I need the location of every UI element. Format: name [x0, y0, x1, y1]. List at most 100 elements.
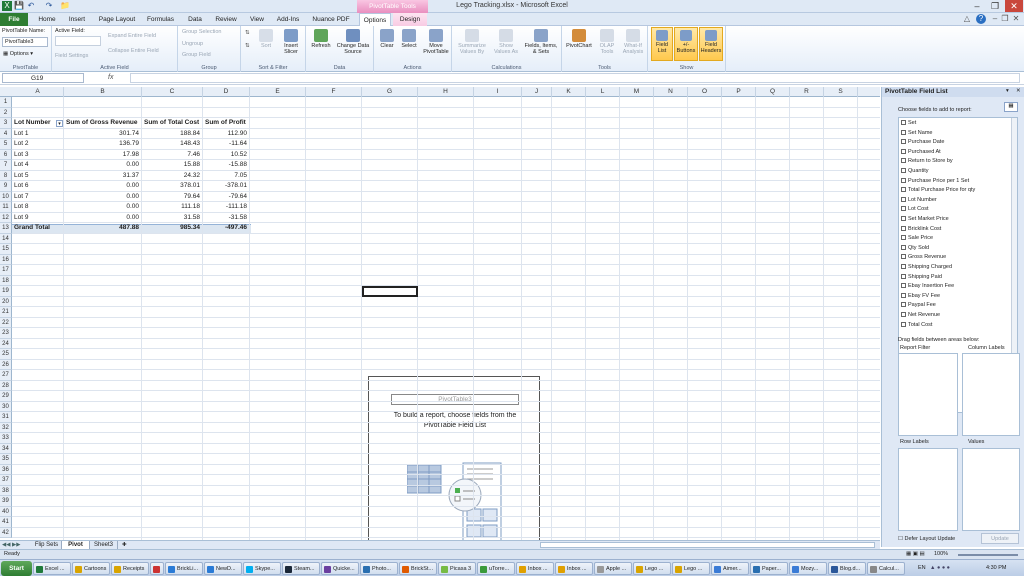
pivot-cell[interactable]: 24.32 — [142, 171, 203, 182]
row-header-21[interactable]: 21 — [0, 307, 12, 318]
column-header-r[interactable]: R — [790, 87, 824, 97]
olap-tools-button[interactable]: OLAP Tools — [595, 29, 619, 55]
field-checkbox[interactable] — [901, 216, 906, 221]
horizontal-scrollbar[interactable] — [540, 542, 875, 548]
row-header-32[interactable]: 32 — [0, 422, 12, 433]
layout-options-icon[interactable]: ▦ — [1004, 102, 1018, 112]
pivot-cell[interactable]: 0.00 — [64, 213, 142, 224]
taskbar-item[interactable]: Picasa 3 — [438, 562, 476, 575]
field-item[interactable]: Purchase Date — [901, 138, 944, 148]
field-checkbox[interactable] — [901, 196, 906, 202]
field-checkbox[interactable] — [901, 168, 906, 173]
pivot-cell[interactable]: Lot 1 — [12, 129, 64, 140]
field-item[interactable]: Lot Cost — [901, 205, 928, 215]
close-icon[interactable]: ✕ — [1005, 0, 1023, 12]
row-header-3[interactable]: 3 — [0, 118, 12, 129]
field-checkbox[interactable] — [901, 225, 906, 231]
field-item[interactable]: Total Purchase Price for qty — [901, 186, 975, 196]
row-header-4[interactable]: 4 — [0, 128, 12, 139]
what-if-button[interactable]: What-If Analysis — [619, 29, 647, 55]
column-header-o[interactable]: O — [688, 87, 722, 97]
zoom-slider[interactable] — [958, 554, 1018, 556]
row-header-31[interactable]: 31 — [0, 412, 12, 423]
pivot-header-cell[interactable]: Sum of Profit — [203, 118, 250, 129]
sort-button[interactable]: Sort — [258, 29, 274, 49]
row-header-20[interactable]: 20 — [0, 296, 12, 307]
clear-button[interactable]: Clear — [377, 29, 397, 49]
pivot-total-cell[interactable]: Grand Total — [12, 223, 64, 234]
field-checkbox[interactable] — [901, 148, 906, 154]
tab-home[interactable]: Home — [34, 13, 60, 26]
taskbar-item[interactable]: Inbox ... — [555, 562, 593, 575]
row-header-1[interactable]: 1 — [0, 97, 12, 108]
row-header-38[interactable]: 38 — [0, 485, 12, 496]
field-item[interactable]: Ebay Insertion Fee — [901, 282, 954, 292]
column-header-f[interactable]: F — [306, 87, 362, 97]
field-item[interactable]: Purchased At — [901, 148, 941, 158]
field-item[interactable]: Set Market Price — [901, 215, 949, 225]
field-checkbox[interactable] — [901, 302, 906, 308]
pivot-cell[interactable]: 148.43 — [142, 139, 203, 150]
pivot-cell[interactable]: -15.88 — [203, 160, 250, 171]
minimize-icon[interactable]: – — [968, 0, 986, 12]
taskbar-item[interactable]: Skype... — [243, 562, 281, 575]
pivot-cell[interactable]: 15.88 — [142, 160, 203, 171]
new-sheet-icon[interactable]: ✚ — [122, 542, 127, 548]
start-button[interactable]: Start — [1, 561, 32, 576]
taskbar-item[interactable]: Excel ... — [33, 562, 71, 575]
field-checkbox[interactable] — [901, 158, 906, 164]
doc-close-icon[interactable]: ✕ — [1011, 14, 1021, 24]
column-header-k[interactable]: K — [552, 87, 586, 97]
zoom-level[interactable]: 100% — [934, 551, 948, 557]
field-checkbox[interactable] — [901, 139, 906, 145]
field-item[interactable]: Net Revenue — [901, 311, 940, 321]
defer-layout-checkbox[interactable]: ☐ Defer Layout Update — [898, 536, 955, 542]
tab-nuance-pdf[interactable]: Nuance PDF — [307, 13, 355, 26]
taskbar-item[interactable]: BrickSt... — [399, 562, 437, 575]
group-field-button[interactable]: Group Field — [182, 52, 211, 58]
field-checkbox[interactable] — [901, 129, 906, 135]
row-header-27[interactable]: 27 — [0, 370, 12, 381]
row-header-23[interactable]: 23 — [0, 328, 12, 339]
restore-icon[interactable]: ❐ — [986, 0, 1004, 12]
field-item[interactable]: Ebay FV Fee — [901, 292, 940, 302]
taskbar-item[interactable]: Photo... — [360, 562, 398, 575]
column-header-h[interactable]: H — [418, 87, 474, 97]
pivot-cell[interactable]: 188.84 — [142, 129, 203, 140]
options-dropdown[interactable]: ▦ Options ▾ — [3, 51, 33, 57]
active-field-input[interactable] — [55, 36, 101, 46]
row-header-28[interactable]: 28 — [0, 380, 12, 391]
taskbar-item[interactable]: Quicke... — [321, 562, 359, 575]
tab-page-layout[interactable]: Page Layout — [95, 13, 139, 26]
taskbar-item[interactable]: Receipts — [111, 562, 149, 575]
column-header-a[interactable]: A — [12, 87, 64, 97]
field-checkbox[interactable] — [901, 120, 906, 125]
formula-input[interactable] — [130, 73, 1020, 83]
column-header-d[interactable]: D — [203, 87, 250, 97]
column-labels-zone[interactable] — [962, 353, 1020, 436]
column-header-s[interactable]: S — [824, 87, 858, 97]
group-selection-button[interactable]: Group Selection — [182, 29, 221, 35]
pivot-cell[interactable]: Lot 9 — [12, 213, 64, 224]
row-header-9[interactable]: 9 — [0, 181, 12, 192]
pivot-cell[interactable]: 10.52 — [203, 150, 250, 161]
tab-file[interactable]: File — [0, 13, 28, 26]
row-header-10[interactable]: 10 — [0, 191, 12, 202]
pivot-cell[interactable]: Lot 2 — [12, 139, 64, 150]
pivot-cell[interactable]: Lot 3 — [12, 150, 64, 161]
field-checkbox[interactable] — [901, 273, 906, 279]
row-filter-dropdown-icon[interactable]: ▾ — [56, 120, 63, 127]
row-header-17[interactable]: 17 — [0, 265, 12, 276]
field-item[interactable]: Set — [901, 119, 916, 129]
field-item[interactable]: Bricklink Cost — [901, 225, 941, 235]
pivot-cell[interactable]: Lot 4 — [12, 160, 64, 171]
pivot-cell[interactable]: Lot 6 — [12, 181, 64, 192]
pivot-cell[interactable]: -111.18 — [203, 202, 250, 213]
field-item[interactable]: Shipping Charged — [901, 263, 952, 273]
column-header-j[interactable]: J — [522, 87, 552, 97]
pivot-total-cell[interactable]: 487.88 — [64, 223, 142, 234]
row-header-26[interactable]: 26 — [0, 359, 12, 370]
pivot-header-cell[interactable]: Sum of Total Cost — [142, 118, 203, 129]
pivotchart-button[interactable]: PivotChart — [564, 29, 594, 49]
field-item[interactable]: Total Cost — [901, 321, 932, 331]
